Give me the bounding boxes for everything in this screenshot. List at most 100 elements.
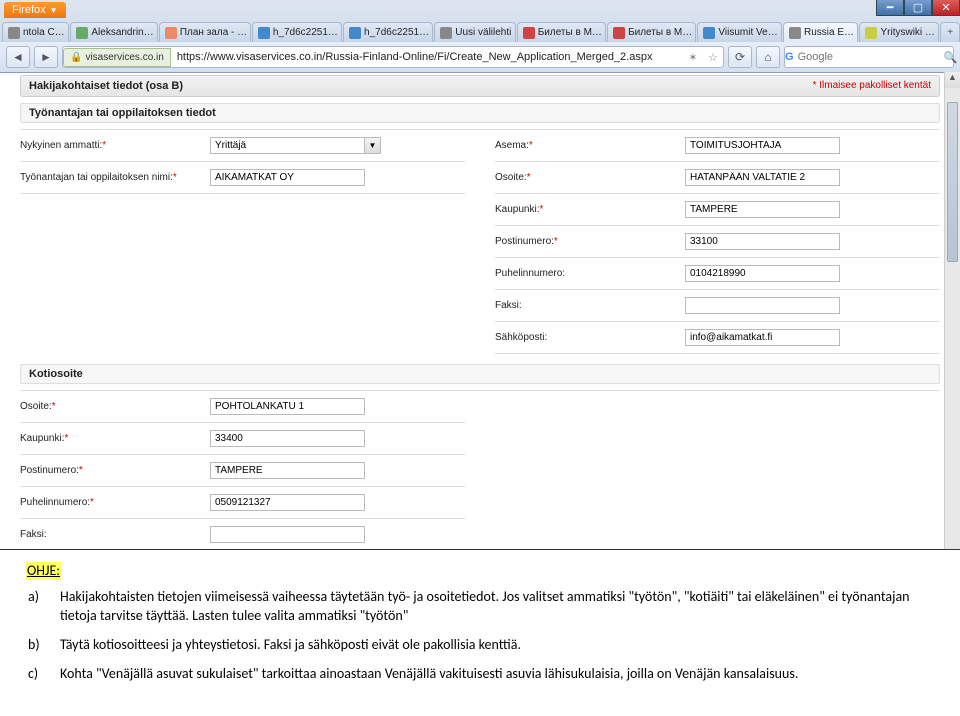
instruction-item: a)Hakijakohtaisten tietojen viimeisessä … xyxy=(54,588,934,626)
form-row: Postinumero:* xyxy=(20,459,465,482)
dropdown-button[interactable]: ▼ xyxy=(365,137,381,154)
form-row: Kaupunki:* xyxy=(20,427,465,450)
field-label: Kaupunki:* xyxy=(20,433,210,444)
tab-label: Билеты в М… xyxy=(628,27,692,38)
tab-label: Yrityswiki … xyxy=(880,27,934,38)
instruction-overlay: OHJE: a)Hakijakohtaisten tietojen viimei… xyxy=(0,549,960,716)
field-label: Asema:* xyxy=(495,140,685,151)
list-marker: c) xyxy=(28,665,38,684)
field-label: Puhelinnumero: xyxy=(495,268,685,279)
field-label: Faksi: xyxy=(495,300,685,311)
browser-tab[interactable]: Билеты в М… xyxy=(517,22,606,42)
text-input[interactable] xyxy=(210,462,365,479)
favicon-icon xyxy=(789,27,801,39)
scroll-thumb[interactable] xyxy=(947,102,958,262)
search-go-icon[interactable]: 🔍 xyxy=(944,51,958,64)
text-input[interactable] xyxy=(210,526,365,543)
favicon-icon xyxy=(613,27,625,39)
window-maximize-button[interactable]: ▢ xyxy=(904,0,932,16)
tab-label: h_7d6c2251… xyxy=(364,27,429,38)
text-input[interactable] xyxy=(685,201,840,218)
tab-label: План зала - … xyxy=(180,27,247,38)
form-row: Sähköposti: xyxy=(495,326,940,349)
tab-label: Uusi välilehti xyxy=(455,27,511,38)
browser-tab[interactable]: Russia E… xyxy=(783,22,859,42)
text-input[interactable] xyxy=(210,494,365,511)
firefox-label: Firefox xyxy=(12,4,46,16)
favicon-icon xyxy=(349,27,361,39)
field-label: Postinumero:* xyxy=(495,236,685,247)
field-label: Osoite:* xyxy=(20,401,210,412)
site-identity-label: visaservices.co.in xyxy=(85,52,163,63)
search-input[interactable] xyxy=(794,51,944,63)
tab-label: Aleksandrin… xyxy=(91,27,153,38)
nav-back-button[interactable]: ◄ xyxy=(6,46,30,68)
text-input[interactable] xyxy=(210,137,365,154)
browser-tab[interactable]: Билеты в М… xyxy=(607,22,696,42)
instruction-heading: OHJE: xyxy=(26,562,61,581)
browser-tab[interactable]: Aleksandrin… xyxy=(70,22,157,42)
text-input[interactable] xyxy=(210,398,365,415)
nav-forward-button[interactable]: ► xyxy=(34,46,58,68)
window-minimize-button[interactable]: ━ xyxy=(876,0,904,16)
required-note: * Ilmaisee pakolliset kentät xyxy=(813,80,931,92)
scroll-up-icon[interactable]: ▲ xyxy=(945,72,960,88)
reload-button[interactable]: ⟳ xyxy=(728,46,752,68)
bookmark-icon[interactable]: ☆ xyxy=(703,51,723,64)
favicon-icon xyxy=(440,27,452,39)
form-row: Postinumero:* xyxy=(495,230,940,253)
firefox-menu-button[interactable]: Firefox ▼ xyxy=(4,2,66,18)
text-input[interactable] xyxy=(685,297,840,314)
tab-label: Viisumit Ve… xyxy=(718,27,777,38)
text-input[interactable] xyxy=(210,169,365,186)
url-input[interactable] xyxy=(171,51,683,63)
dropdown-icon: ▼ xyxy=(50,6,58,15)
section-title: Hakijakohtaiset tiedot (osa B) xyxy=(29,80,183,92)
text-input[interactable] xyxy=(685,329,840,346)
browser-tab[interactable]: Viisumit Ve… xyxy=(697,22,782,42)
tab-label: h_7d6c2251… xyxy=(273,27,338,38)
text-input[interactable] xyxy=(685,265,840,282)
form-row: Faksi: xyxy=(495,294,940,317)
form-row: Kaupunki:* xyxy=(495,198,940,221)
browser-tab[interactable]: h_7d6c2251… xyxy=(343,22,433,42)
browser-tab[interactable]: План зала - … xyxy=(159,22,251,42)
form-row: Nykyinen ammatti:* ▼ xyxy=(20,134,465,157)
form-row: Puhelinnumero: xyxy=(495,262,940,285)
text-input[interactable] xyxy=(685,169,840,186)
favicon-icon xyxy=(165,27,177,39)
text-input[interactable] xyxy=(685,233,840,250)
browser-tab[interactable]: Uusi välilehti xyxy=(434,22,515,42)
text-input[interactable] xyxy=(685,137,840,154)
browser-tab[interactable]: h_7d6c2251… xyxy=(252,22,342,42)
favicon-icon xyxy=(865,27,877,39)
field-label: Työnantajan tai oppilaitoksen nimi:* xyxy=(20,172,210,183)
field-label: Postinumero:* xyxy=(20,465,210,476)
window-close-button[interactable]: ✕ xyxy=(932,0,960,16)
site-identity[interactable]: 🔒visaservices.co.in xyxy=(63,48,171,67)
tab-label: Russia E… xyxy=(804,27,854,38)
subsection-home: Kotiosoite xyxy=(20,364,940,384)
instruction-item: b)Täytä kotiosoitteesi ja yhteystietosi.… xyxy=(54,636,934,655)
tab-strip: ntola C… Aleksandrin… План зала - … h_7d6c2… xyxy=(0,20,960,42)
feed-icon[interactable]: ✶ xyxy=(683,51,703,64)
section-header: Hakijakohtaiset tiedot (osa B) * Ilmaise… xyxy=(20,75,940,97)
field-label: Faksi: xyxy=(20,529,210,540)
new-tab-button[interactable]: + xyxy=(940,22,960,42)
form-row: Osoite:* xyxy=(20,395,465,418)
url-bar[interactable]: 🔒visaservices.co.in ✶ ☆ xyxy=(62,46,724,68)
text-input[interactable] xyxy=(210,430,365,447)
tab-label: Билеты в М… xyxy=(538,27,602,38)
lock-icon: 🔒 xyxy=(70,52,82,63)
field-label: Kaupunki:* xyxy=(495,204,685,215)
browser-tab[interactable]: ntola C… xyxy=(2,22,69,42)
browser-tab[interactable]: Yrityswiki … xyxy=(859,22,939,42)
tab-label: ntola C… xyxy=(23,27,65,38)
form-row: Puhelinnumero:* xyxy=(20,491,465,514)
google-icon: G xyxy=(785,51,794,63)
home-button[interactable]: ⌂ xyxy=(756,46,780,68)
search-bar[interactable]: G 🔍 xyxy=(784,46,954,68)
field-label: Nykyinen ammatti:* xyxy=(20,140,210,151)
list-marker: a) xyxy=(28,588,39,607)
favicon-icon xyxy=(703,27,715,39)
